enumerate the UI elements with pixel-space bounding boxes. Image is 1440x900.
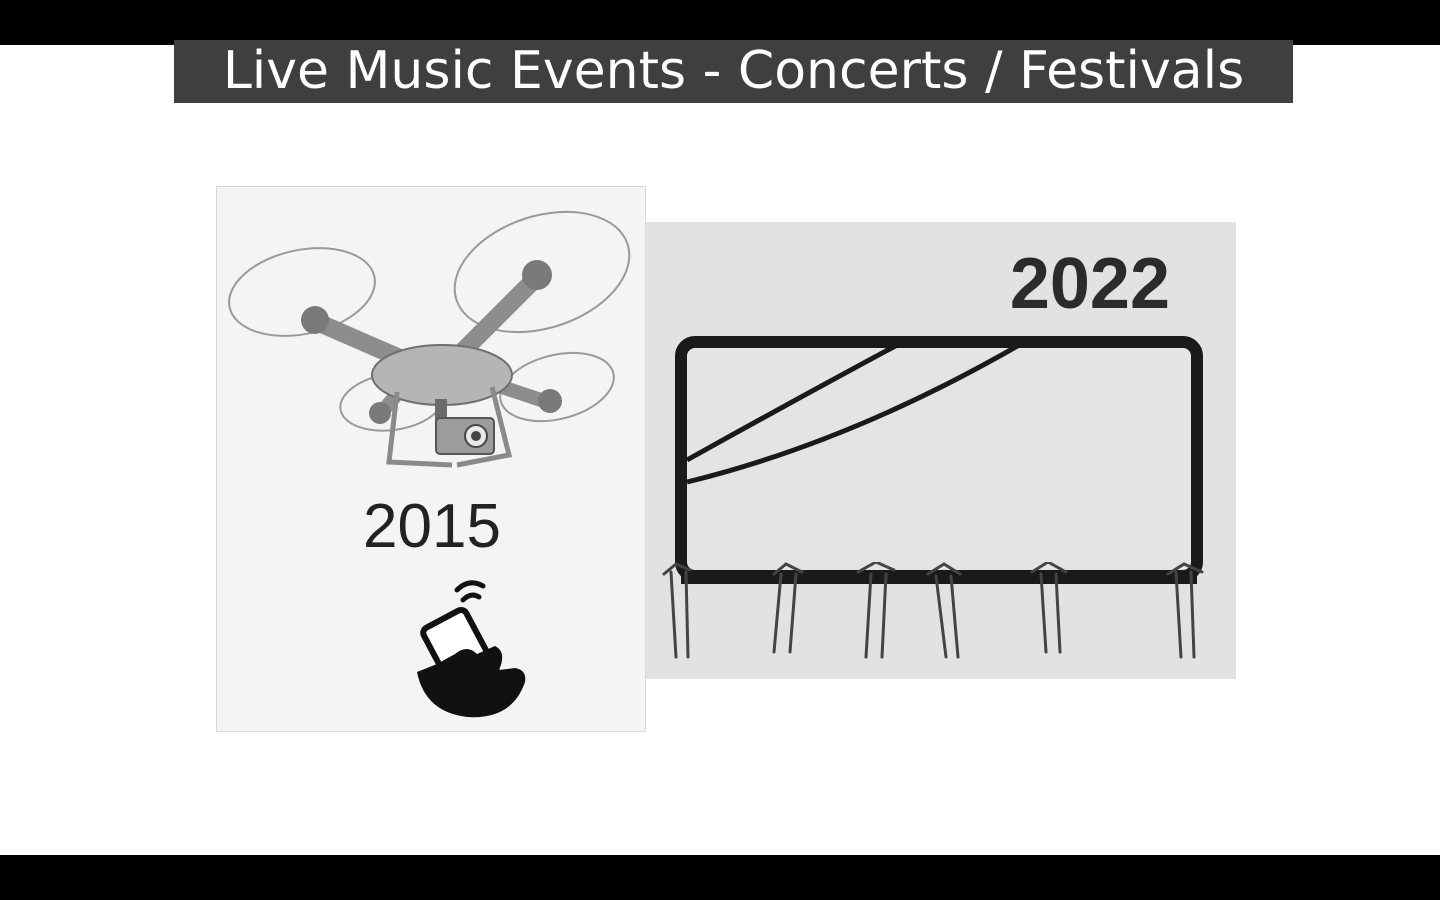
letterbox-top (0, 0, 1440, 45)
phone-in-hand-icon (417, 580, 526, 718)
panel-2022: 2022 (646, 222, 1236, 679)
slide-title: Live Music Events - Concerts / Festivals (174, 40, 1293, 103)
year-label-2015: 2015 (363, 492, 501, 561)
camera-icon (435, 417, 495, 455)
letterbox-bottom (0, 855, 1440, 900)
slide: Live Music Events - Concerts / Festivals (0, 0, 1440, 900)
raised-hands-icon (662, 562, 1204, 659)
year-label-2022: 2022 (1009, 244, 1170, 324)
big-screen-icon (675, 336, 1203, 584)
panel-2015: 2015 (216, 186, 646, 732)
